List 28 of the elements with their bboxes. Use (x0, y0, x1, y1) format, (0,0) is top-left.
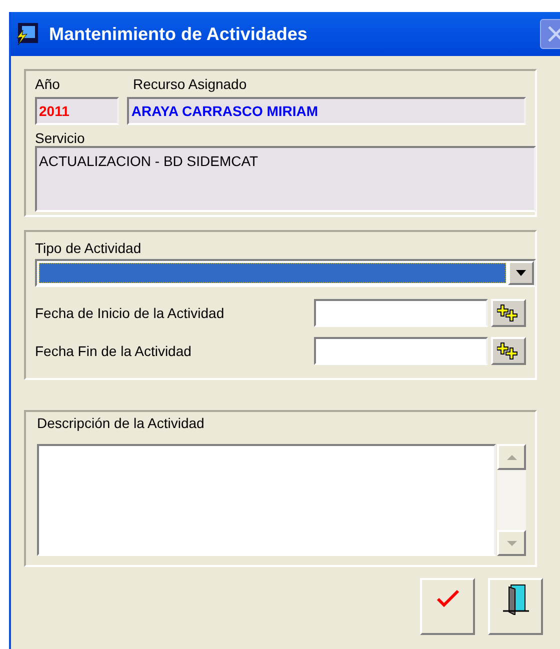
vertical-scrollbar[interactable] (497, 444, 526, 556)
date-picker-button[interactable] (490, 299, 526, 327)
date-field[interactable] (314, 337, 488, 365)
caret-icon (516, 270, 526, 276)
activity-type-label: Tipo de Actividad (35, 239, 142, 257)
scroll-up-icon (506, 454, 517, 460)
description-field[interactable] (37, 444, 496, 556)
date-label: Fecha Fin de la Actividad (35, 342, 192, 360)
date-field[interactable] (314, 299, 488, 327)
window-title: Mantenimiento de Actividades (49, 22, 308, 46)
service-label: Servicio (35, 130, 86, 146)
exit-button[interactable] (488, 578, 543, 635)
date-label: Fecha de Inicio de la Actividad (35, 304, 226, 322)
plus-icon (497, 342, 520, 360)
resource-label: Recurso Asignado (133, 75, 247, 94)
close-icon (547, 25, 560, 43)
activity-type-dropdown[interactable] (35, 259, 536, 287)
service-field[interactable]: ACTUALIZACION - BD SIDEMCAT (35, 146, 536, 212)
plus-icon (497, 304, 520, 322)
date-picker-button[interactable] (490, 337, 526, 365)
year-label: Año (35, 75, 61, 94)
description-label: Descripción de la Actividad (36, 414, 206, 432)
door-icon (500, 583, 530, 615)
confirm-button[interactable] (420, 578, 475, 635)
checkmark-icon (436, 587, 460, 607)
scroll-down-icon (506, 540, 517, 546)
resource-field[interactable]: ARAYA CARRASCO MIRIAM (127, 97, 526, 125)
app-icon (15, 22, 41, 46)
